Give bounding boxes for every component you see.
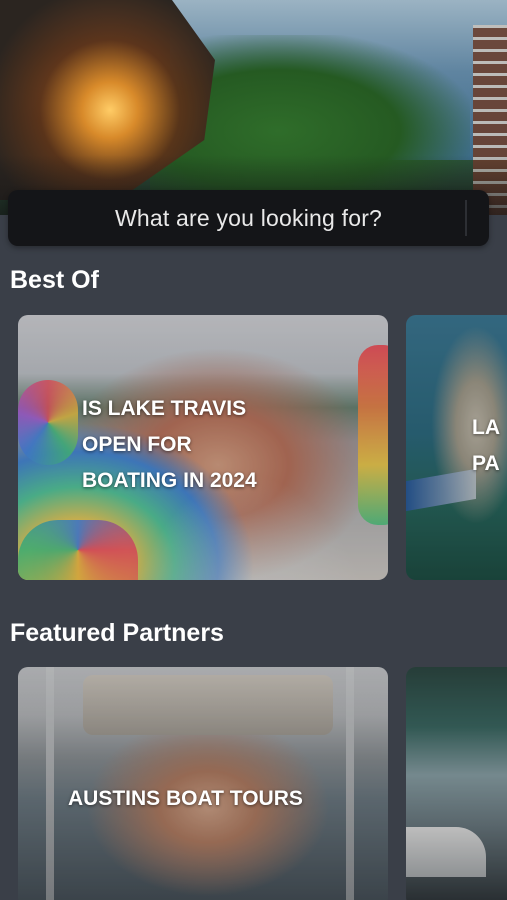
partner-card[interactable]: AUSTINS BOAT TOURS [18,667,388,900]
featured-partners-heading: Featured Partners [10,619,224,647]
best-of-carousel[interactable]: IS LAKE TRAVIS OPEN FOR BOATING IN 2024 … [18,315,507,580]
best-of-card-title: IS LAKE TRAVIS OPEN FOR BOATING IN 2024 [82,397,257,492]
hero-image [0,0,507,215]
best-of-card[interactable]: LA PA [406,315,507,580]
partner-card[interactable] [406,667,507,900]
card-overlay [406,667,507,900]
partner-card-title: AUSTINS BOAT TOURS [68,787,303,810]
search-divider [465,200,467,236]
search-input[interactable]: What are you looking for? [115,205,382,232]
search-bar[interactable]: What are you looking for? [8,190,489,246]
best-of-card[interactable]: IS LAKE TRAVIS OPEN FOR BOATING IN 2024 [18,315,388,580]
best-of-card-title: LA PA [472,416,500,475]
featured-partners-carousel[interactable]: AUSTINS BOAT TOURS [18,667,507,900]
best-of-heading: Best Of [10,266,99,294]
